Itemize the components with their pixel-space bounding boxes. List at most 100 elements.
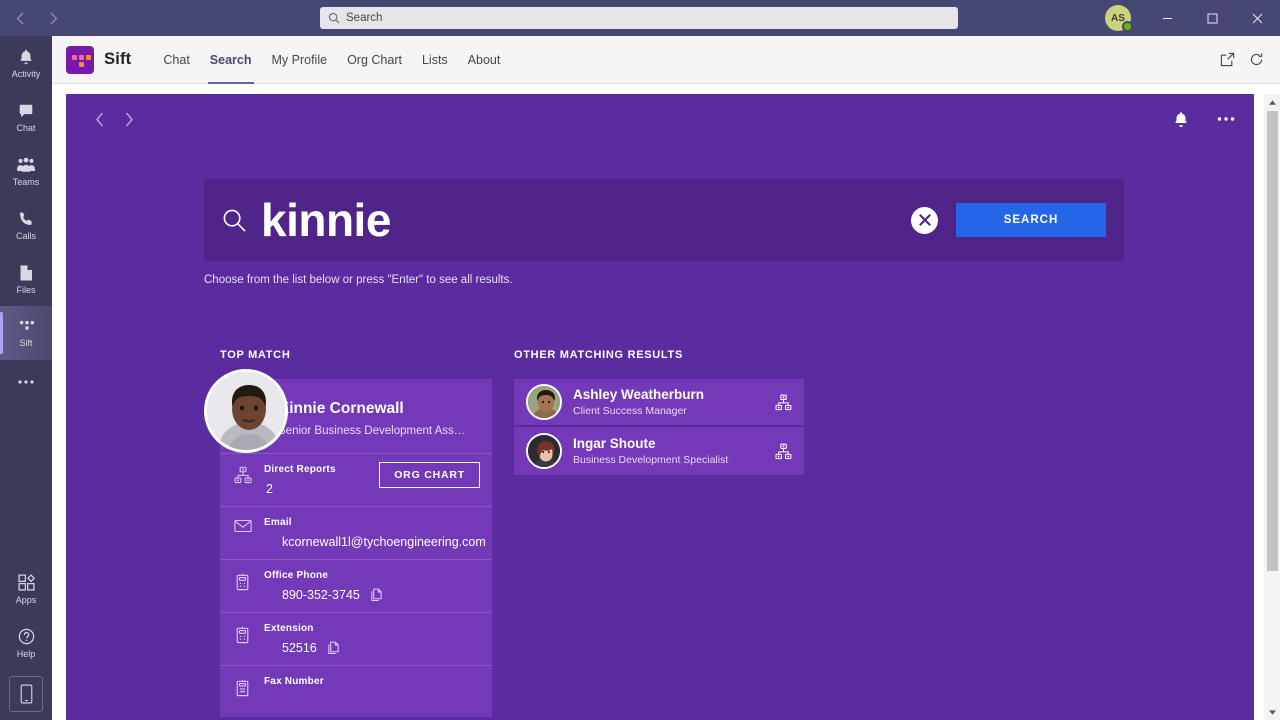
sidebar-item-teams[interactable]: Teams [0, 144, 52, 198]
sidebar-item-activity[interactable]: Activity [0, 36, 52, 90]
fax-icon [234, 676, 254, 697]
field-value: 890-352-3745 [282, 588, 360, 602]
field-label: Fax Number [264, 676, 324, 687]
sidebar-item-files[interactable]: Files [0, 252, 52, 306]
presence-available-icon [1122, 21, 1133, 32]
top-match-card[interactable]: Kinnie Cornewall Senior Business Develop… [204, 369, 492, 717]
tab-search[interactable]: Search [200, 36, 262, 84]
panel-back-button[interactable] [84, 104, 114, 134]
sidebar-item-calls[interactable]: Calls [0, 198, 52, 252]
tab-chat[interactable]: Chat [153, 36, 199, 84]
window-back-button[interactable] [6, 5, 34, 31]
search-hero: kinnie SEARCH [204, 179, 1124, 261]
title-bar: Search AS [0, 0, 1280, 36]
vertical-scrollbar[interactable] [1264, 94, 1280, 720]
search-submit-button[interactable]: SEARCH [956, 203, 1106, 237]
sidebar-item-label: Calls [15, 230, 36, 241]
close-button[interactable] [1235, 0, 1280, 36]
top-match-column: TOP MATCH Kinnie Cornewall Senior Busine… [204, 349, 492, 717]
copy-icon[interactable] [327, 641, 340, 655]
sidebar-item-label: Teams [12, 176, 40, 187]
person-photo [204, 369, 288, 453]
scroll-down-button[interactable] [1264, 704, 1280, 720]
left-rail: Activity Chat Teams Calls Files Sift App… [0, 36, 52, 720]
sidebar-item-label: Files [16, 284, 36, 295]
field-body: Email kcornewall1l@tychoengineering.com [264, 517, 486, 549]
list-item-text: Ashley Weatherburn Client Success Manage… [573, 387, 704, 417]
sidebar-more-button[interactable] [0, 360, 52, 404]
field-label: Office Phone [264, 570, 329, 581]
person-photo [526, 384, 562, 420]
field-label: Extension [264, 623, 314, 634]
chat-icon [17, 102, 35, 120]
field-body: Extension 52516 [264, 623, 478, 655]
global-search-placeholder: Search [346, 12, 383, 24]
field-email: Email kcornewall1l@tychoengineering.com [220, 506, 492, 559]
tab-about[interactable]: About [458, 36, 511, 84]
teams-window: Search AS Activity Chat Teams Calls File… [0, 0, 1280, 720]
phone-icon [17, 210, 35, 228]
sidebar-item-chat[interactable]: Chat [0, 90, 52, 144]
list-item[interactable]: Ashley Weatherburn Client Success Manage… [514, 379, 804, 427]
scroll-up-button[interactable] [1264, 94, 1280, 110]
list-item-text: Ingar Shoute Business Development Specia… [573, 436, 728, 466]
field-label: Email [264, 517, 292, 528]
field-body: Fax Number [264, 676, 478, 694]
tab-my-profile[interactable]: My Profile [262, 36, 338, 84]
sidebar-item-label: Help [16, 649, 36, 659]
scroll-thumb[interactable] [1266, 111, 1278, 571]
bell-icon [17, 48, 35, 66]
other-results-section-title: OTHER MATCHING RESULTS [514, 349, 683, 361]
org-chart-button[interactable]: ORG CHART [379, 462, 480, 488]
top-match-name: Kinnie Cornewall [278, 400, 404, 417]
clear-search-button[interactable] [911, 206, 938, 234]
app-header: Sift Chat Search My Profile Org Chart Li… [52, 36, 1280, 84]
sidebar-item-label: Activity [11, 68, 41, 79]
sidebar-bottom-group: Apps Help [0, 562, 52, 720]
tab-label: Org Chart [347, 52, 402, 67]
mobile-device-icon[interactable] [9, 676, 43, 712]
result-role: Business Development Specialist [573, 454, 729, 466]
sidebar-item-help[interactable]: Help [0, 616, 52, 670]
global-search-input[interactable]: Search [320, 7, 958, 29]
notification-bell-icon[interactable] [1172, 110, 1190, 129]
person-photo [526, 433, 562, 469]
field-fax-number: Fax Number [220, 665, 492, 707]
app-name: Sift [104, 50, 132, 68]
apps-icon [17, 573, 36, 592]
minimize-button[interactable] [1145, 0, 1190, 36]
sidebar-item-label: Apps [15, 595, 37, 605]
window-forward-button[interactable] [40, 5, 68, 31]
list-item[interactable]: Ingar Shoute Business Development Specia… [514, 427, 804, 475]
result-name: Ashley Weatherburn [573, 387, 705, 402]
desk-phone-icon [234, 623, 254, 644]
avatar[interactable]: AS [1105, 5, 1133, 32]
search-input[interactable]: kinnie [261, 194, 391, 246]
copy-icon[interactable] [370, 588, 383, 602]
tab-org-chart[interactable]: Org Chart [337, 36, 412, 84]
result-role: Client Success Manager [573, 405, 687, 417]
panel-toolbar [66, 94, 1254, 144]
maximize-button[interactable] [1190, 0, 1235, 36]
search-icon [222, 208, 247, 233]
tab-lists[interactable]: Lists [412, 36, 458, 84]
scroll-track[interactable] [1264, 110, 1280, 704]
field-direct-reports: Direct Reports 2 ORG CHART [220, 453, 492, 506]
sidebar-item-apps[interactable]: Apps [0, 562, 52, 616]
teams-icon [16, 156, 36, 174]
open-in-new-window-icon[interactable] [1220, 52, 1235, 67]
org-chart-icon [234, 464, 254, 484]
org-chart-icon[interactable] [775, 443, 792, 460]
search-icon [328, 12, 340, 24]
search-hint-text: Choose from the list below or press "Ent… [204, 274, 513, 286]
sidebar-item-sift[interactable]: Sift [0, 306, 52, 360]
field-value[interactable]: kcornewall1l@tychoengineering.com [264, 535, 486, 549]
field-value-wrap: 52516 [264, 641, 478, 655]
field-office-phone: Office Phone 890-352-3745 [220, 559, 492, 612]
app-tabs: Chat Search My Profile Org Chart Lists A… [153, 36, 510, 84]
panel-forward-button[interactable] [114, 104, 144, 134]
refresh-icon[interactable] [1249, 52, 1264, 67]
more-options-icon[interactable] [1216, 116, 1236, 122]
tab-label: Lists [421, 52, 448, 67]
org-chart-icon[interactable] [775, 394, 792, 411]
